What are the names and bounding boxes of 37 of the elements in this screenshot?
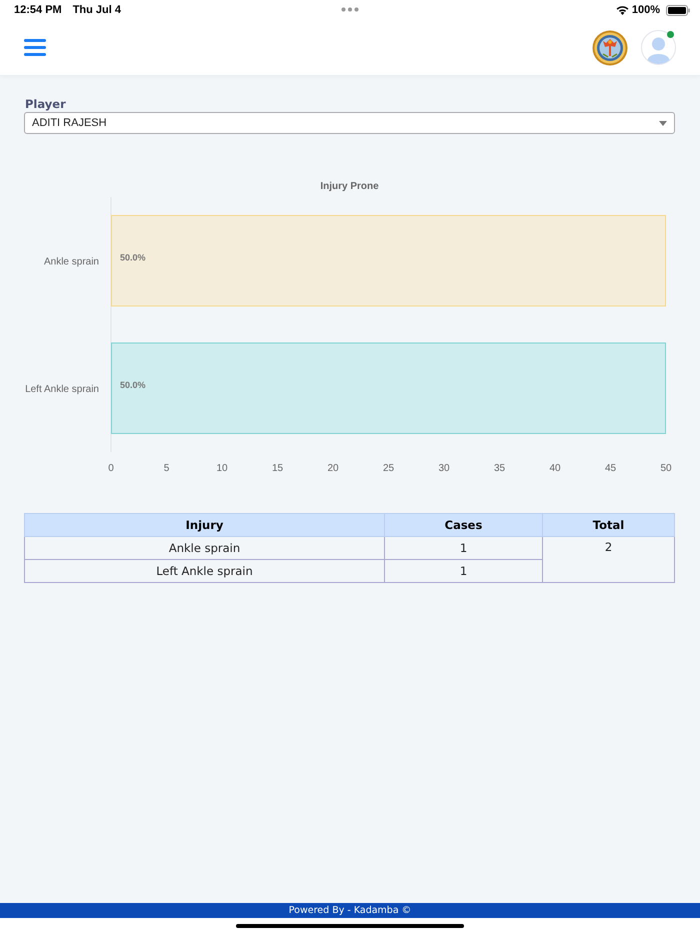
menu-icon	[24, 39, 46, 56]
column-header: Injury	[24, 514, 384, 536]
tick-label: 20	[327, 463, 339, 474]
seal-emblem-icon[interactable]	[592, 30, 628, 66]
tick-label: 40	[549, 463, 561, 474]
tick-label: 5	[164, 463, 170, 474]
column-header: Cases	[384, 514, 542, 536]
data-label: 50.0%	[120, 252, 146, 262]
avatar-icon[interactable]	[641, 30, 676, 65]
wifi-icon	[616, 5, 629, 15]
tick-label: 35	[494, 463, 506, 474]
category-label: Ankle sprain	[44, 256, 99, 268]
field-label: Player	[25, 97, 66, 111]
status-date: Thu Jul 4	[72, 4, 121, 16]
table-cell: 2	[542, 536, 674, 582]
caret-icon	[659, 120, 667, 126]
menu-button[interactable]	[24, 39, 46, 56]
player-select[interactable]: ADITI RAJESH	[24, 112, 675, 134]
tick-label: 0	[108, 463, 114, 474]
table-cell: Left Ankle sprain	[24, 560, 384, 582]
more-dots-icon[interactable]	[341, 7, 359, 12]
tick-label: 45	[604, 463, 616, 474]
tick-label: 30	[438, 463, 450, 474]
tick-label: 10	[216, 463, 228, 474]
battery-percent: 100%	[632, 4, 660, 16]
battery-icon	[666, 4, 690, 16]
column-header: Total	[542, 514, 674, 536]
table-cell: 1	[384, 536, 542, 560]
footer-bar: Powered By - Kadamba ©	[0, 903, 700, 918]
table-cell: Ankle sprain	[24, 536, 384, 560]
tick-label: 50	[660, 463, 672, 474]
chart-title: Injury Prone	[320, 181, 379, 192]
status-time: 12:54 PM	[14, 4, 62, 16]
tick-label: 25	[382, 463, 394, 474]
tick-label: 15	[272, 463, 284, 474]
category-label: Left Ankle sprain	[25, 384, 99, 395]
data-label: 50.0%	[120, 380, 146, 390]
